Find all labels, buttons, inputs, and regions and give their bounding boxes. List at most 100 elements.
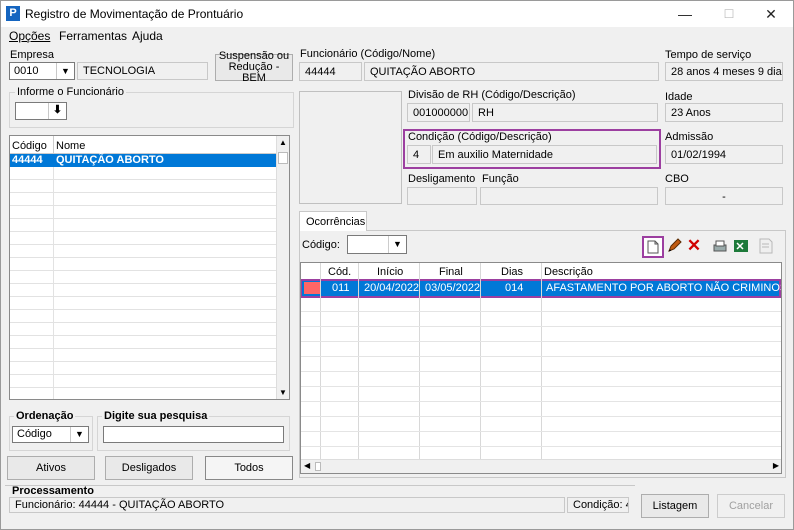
admissao-label: Admissão bbox=[665, 131, 714, 143]
pesquisa-label: Digite sua pesquisa bbox=[102, 410, 210, 422]
cell-cod: 011 bbox=[332, 282, 350, 294]
col-descricao[interactable]: Descrição bbox=[544, 266, 593, 278]
empresa-code-field[interactable]: 0010 ▼ bbox=[9, 62, 75, 80]
grid-row-line bbox=[301, 371, 781, 372]
empty-row bbox=[10, 167, 277, 180]
menu-ferramentas[interactable]: Ferramentas bbox=[59, 29, 127, 43]
funcao-label: Função bbox=[482, 173, 519, 185]
col-inicio[interactable]: Início bbox=[377, 266, 403, 278]
cancelar-button[interactable]: Cancelar bbox=[717, 494, 785, 518]
grid-row-line bbox=[301, 356, 781, 357]
empty-row bbox=[10, 206, 277, 219]
empty-row bbox=[10, 349, 277, 362]
informe-label: Informe o Funcionário bbox=[15, 86, 126, 98]
empty-row bbox=[10, 271, 277, 284]
tab-ocorrencias[interactable]: Ocorrências bbox=[299, 211, 367, 231]
row-marker bbox=[304, 282, 321, 294]
grid-row-line bbox=[301, 446, 781, 447]
scroll-left-icon[interactable]: ◀ bbox=[304, 461, 310, 470]
funcionario-code-field: 44444 bbox=[299, 62, 362, 81]
col-final[interactable]: Final bbox=[439, 266, 463, 278]
divisao-desc-field: RH bbox=[472, 103, 658, 122]
maximize-button[interactable]: ☐ bbox=[709, 3, 749, 25]
empty-row bbox=[10, 219, 277, 232]
grid-row-line bbox=[301, 341, 781, 342]
scroll-right-icon[interactable]: ▶ bbox=[773, 461, 779, 470]
empty-row bbox=[10, 297, 277, 310]
delete-icon[interactable]: ✕ bbox=[685, 236, 703, 255]
edit-pencil-icon[interactable] bbox=[665, 237, 683, 255]
suspensao-button[interactable]: Suspensão ou Redução - BEM bbox=[215, 51, 293, 84]
processamento-status: Funcionário: 44444 - QUITAÇÃO ABORTO bbox=[9, 497, 565, 513]
empty-row bbox=[10, 336, 277, 349]
processamento-label: Processamento bbox=[12, 485, 94, 497]
scroll-thumb[interactable] bbox=[278, 152, 288, 164]
ocorrencias-codigo-label: Código: bbox=[302, 239, 340, 251]
app-icon: P bbox=[6, 6, 20, 21]
chevron-down-icon[interactable]: ▼ bbox=[56, 63, 74, 79]
employee-list[interactable]: Código Nome 44444 QUITAÇÃO ABORTO ▲ ▼ bbox=[9, 135, 290, 400]
desligados-button[interactable]: Desligados bbox=[105, 456, 193, 480]
cell-inicio: 20/04/2022 bbox=[364, 282, 420, 294]
empty-row bbox=[10, 180, 277, 193]
chevron-down-icon[interactable]: ▼ bbox=[388, 236, 406, 253]
hscroll-thumb[interactable] bbox=[315, 462, 321, 471]
chevron-down-icon[interactable]: ▼ bbox=[70, 427, 88, 442]
col-cod[interactable]: Cód. bbox=[328, 266, 351, 278]
cbo-field: - bbox=[665, 187, 783, 205]
col-codigo[interactable]: Código bbox=[12, 140, 47, 152]
scroll-down-icon[interactable]: ▼ bbox=[279, 388, 287, 397]
print-icon[interactable] bbox=[711, 237, 729, 255]
list-scrollbar[interactable]: ▲ ▼ bbox=[276, 136, 289, 399]
scroll-up-icon[interactable]: ▲ bbox=[279, 138, 287, 147]
ocorrencias-codigo-select[interactable]: ▼ bbox=[347, 235, 407, 254]
menu-ajuda[interactable]: Ajuda bbox=[132, 29, 163, 43]
tempo-servico-label: Tempo de serviço bbox=[665, 49, 752, 61]
idade-field: 23 Anos bbox=[665, 103, 783, 122]
menu-opcoes[interactable]: Opções bbox=[9, 29, 50, 43]
ordenacao-select[interactable]: Código ▼ bbox=[12, 426, 89, 443]
informe-field[interactable]: ⬇ bbox=[15, 102, 67, 120]
title-bar: P Registro de Movimentação de Prontuário… bbox=[1, 1, 793, 27]
empty-row bbox=[10, 323, 277, 336]
grid-row-line bbox=[301, 431, 781, 432]
employee-photo bbox=[299, 91, 402, 204]
pesquisa-input[interactable] bbox=[103, 426, 284, 443]
todos-button[interactable]: Todos bbox=[205, 456, 293, 480]
suspensao-line2: Redução - BEM bbox=[228, 61, 280, 84]
download-arrow-icon[interactable]: ⬇ bbox=[48, 103, 66, 119]
close-button[interactable]: ✕ bbox=[751, 3, 791, 25]
condicao-label: Condição (Código/Descrição) bbox=[408, 131, 552, 143]
empty-row bbox=[10, 232, 277, 245]
empty-row bbox=[10, 284, 277, 297]
excel-export-icon[interactable] bbox=[732, 237, 750, 255]
empty-row bbox=[10, 245, 277, 258]
ativos-button[interactable]: Ativos bbox=[7, 456, 95, 480]
ordenacao-label: Ordenação bbox=[14, 410, 76, 422]
condicao-code-field: 4 bbox=[407, 145, 431, 164]
funcao-field bbox=[480, 187, 658, 205]
minimize-button[interactable]: — bbox=[665, 3, 705, 25]
preview-icon[interactable] bbox=[757, 237, 775, 255]
grid-hscrollbar[interactable]: ◀ ▶ bbox=[301, 459, 781, 473]
ocorrencias-grid[interactable]: Cód. Início Final Dias Descrição 011 20/… bbox=[300, 262, 782, 474]
employee-name: QUITAÇÃO ABORTO bbox=[56, 154, 164, 166]
divisao-label: Divisão de RH (Código/Descrição) bbox=[408, 89, 576, 101]
funcionario-name-field: QUITAÇÃO ABORTO bbox=[364, 62, 659, 81]
listagem-button[interactable]: Listagem bbox=[641, 494, 709, 518]
col-dias[interactable]: Dias bbox=[501, 266, 523, 278]
empresa-label: Empresa bbox=[10, 49, 55, 61]
grid-col-line bbox=[541, 263, 542, 459]
col-nome[interactable]: Nome bbox=[56, 140, 85, 152]
empty-row bbox=[10, 310, 277, 323]
employee-code: 44444 bbox=[12, 154, 43, 166]
window-title: Registro de Movimentação de Prontuário bbox=[25, 7, 244, 21]
grid-col-line bbox=[320, 263, 321, 459]
empresa-code-value: 0010 bbox=[14, 65, 39, 77]
employee-list-header: Código Nome bbox=[10, 136, 277, 154]
tab-ocorrencias-label: Ocorrências bbox=[306, 216, 366, 228]
cell-final: 03/05/2022 bbox=[425, 282, 481, 294]
grid-col-line bbox=[419, 263, 420, 459]
list-item[interactable]: 44444 QUITAÇÃO ABORTO bbox=[10, 154, 277, 167]
new-document-icon[interactable] bbox=[642, 236, 664, 258]
